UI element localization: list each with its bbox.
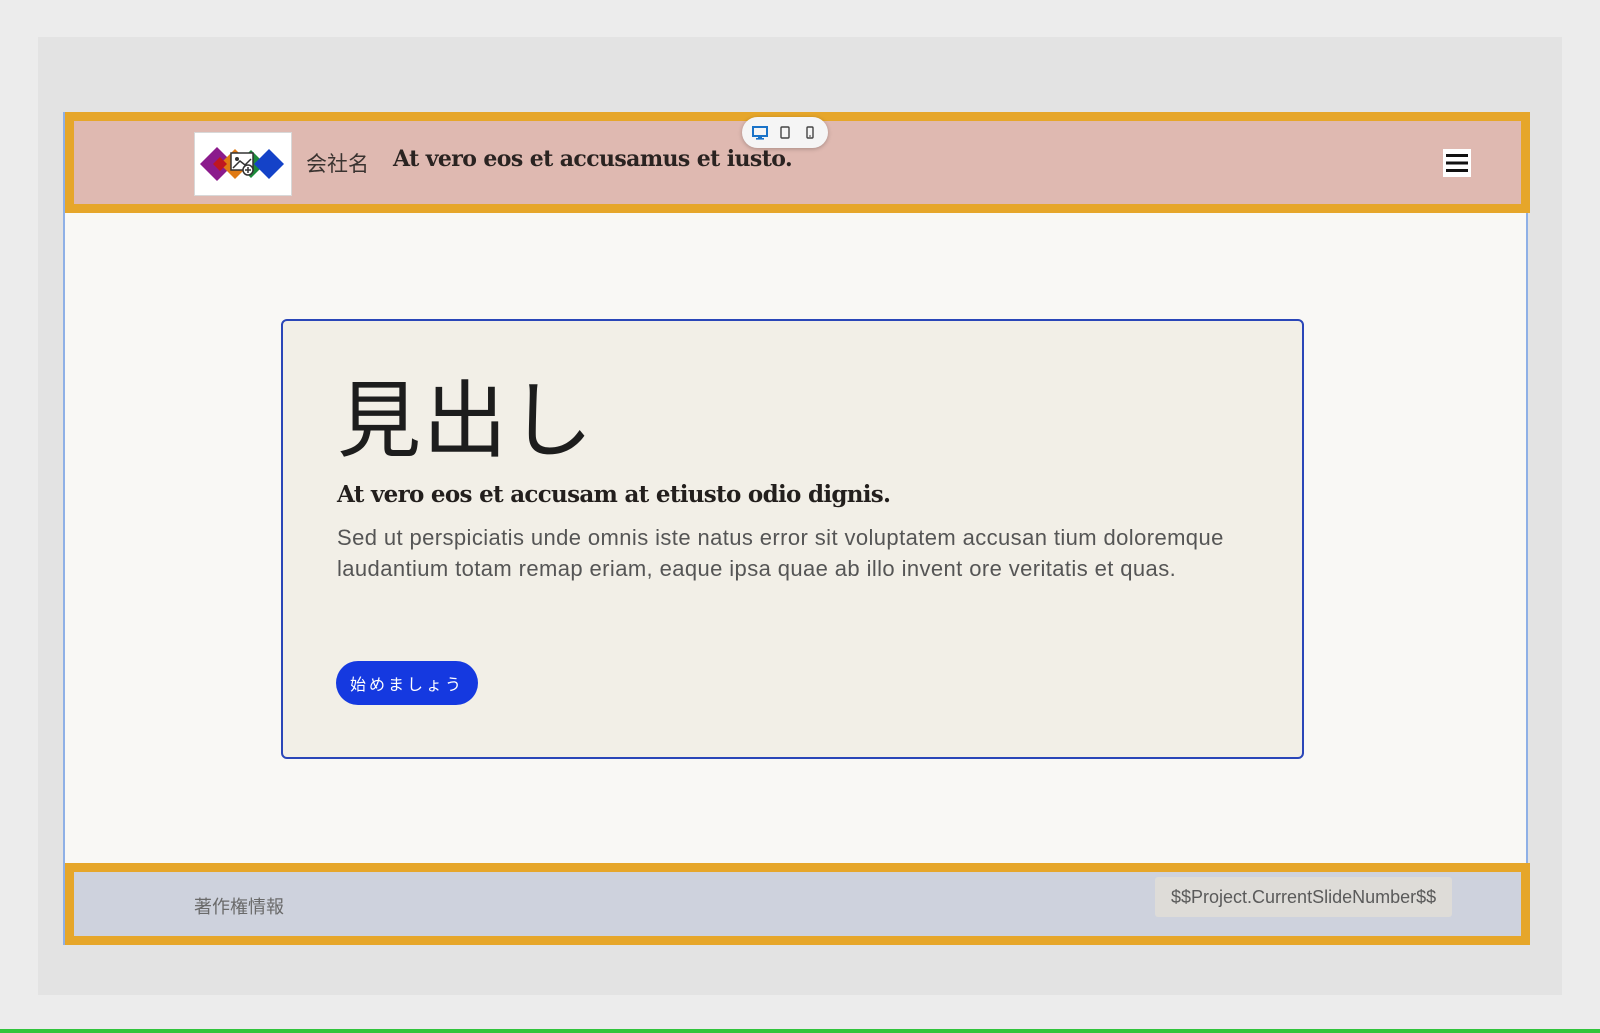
- tablet-icon: [780, 126, 790, 139]
- hero-subheading: At vero eos et accusam at etiusto odio d…: [337, 481, 891, 508]
- device-preview-toggle: [742, 117, 828, 148]
- desktop-icon: [752, 125, 769, 140]
- hero-heading: 見出し: [337, 372, 596, 470]
- desktop-view-button[interactable]: [749, 122, 771, 144]
- header-tagline: At vero eos et accusamus et iusto.: [393, 146, 793, 172]
- mobile-view-button[interactable]: [799, 122, 821, 144]
- hero-body: Sed ut perspiciatis unde omnis iste natu…: [337, 525, 1224, 581]
- slide: 会社名 At vero eos et accusamus et iusto. 見…: [63, 112, 1530, 945]
- tablet-view-button[interactable]: [774, 122, 796, 144]
- copyright-text: 著作権情報: [194, 897, 284, 918]
- company-name: 会社名: [306, 152, 369, 176]
- footer-bar[interactable]: 著作権情報 $$Project.CurrentSlideNumber$$: [65, 863, 1530, 945]
- slide-number-field[interactable]: $$Project.CurrentSlideNumber$$: [1155, 877, 1453, 917]
- hamburger-icon: [1446, 154, 1468, 172]
- hero-card: 見出し At vero eos et accusam at etiusto od…: [281, 319, 1304, 759]
- mobile-icon: [805, 126, 814, 139]
- get-started-button[interactable]: 始めましょう: [336, 661, 479, 705]
- hamburger-menu-button[interactable]: [1443, 149, 1471, 177]
- company-logo[interactable]: [194, 132, 292, 196]
- window-bottom-border: [0, 1029, 1600, 1033]
- logo-diamonds-icon: [200, 147, 284, 181]
